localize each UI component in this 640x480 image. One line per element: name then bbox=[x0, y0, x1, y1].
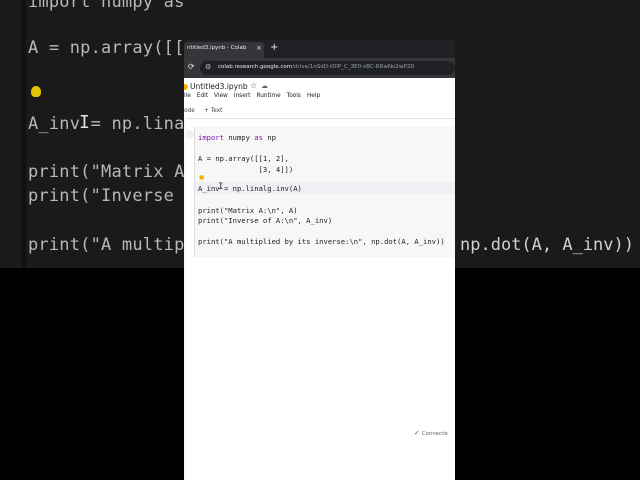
text-cursor-icon: I bbox=[79, 112, 90, 133]
bg-line-array: A = np.array([[ bbox=[28, 38, 185, 58]
code-line-2: A = np.array([[1, 2], bbox=[198, 154, 289, 163]
bg-line-print3: print("A multipl bbox=[28, 235, 195, 255]
colab-logo bbox=[184, 84, 188, 90]
address-bar: ⟳ ⚙ colab.research.google.com/drive/1nSd… bbox=[184, 58, 455, 78]
new-tab-button[interactable]: + bbox=[270, 42, 278, 53]
text-cursor-icon: I bbox=[218, 182, 224, 192]
bg-line-print1: print("Matrix A bbox=[28, 162, 185, 182]
code-cell[interactable]: import numpy as np A = np.array([[1, 2],… bbox=[185, 127, 455, 257]
lightbulb-icon bbox=[31, 86, 41, 97]
bg-line-right: np.dot(A, A_inv)) bbox=[460, 235, 634, 255]
bg-line-import: import numpy as bbox=[28, 0, 185, 12]
editor-gutter bbox=[22, 0, 26, 268]
notebook-toolbar: ode + Text bbox=[184, 106, 455, 119]
menu-view[interactable]: View bbox=[214, 93, 228, 99]
bg-line-print2: print("Inverse bbox=[28, 186, 175, 206]
run-cell-button[interactable] bbox=[185, 130, 194, 139]
menu-tools[interactable]: Tools bbox=[287, 93, 301, 99]
code-line-3: [3, 4]]) bbox=[198, 165, 294, 174]
video-caption: You can just bbox=[275, 424, 365, 442]
browser-window: ntitled3.ipynb - Colab × + ⟳ ⚙ colab.res… bbox=[184, 40, 455, 480]
menu-runtime[interactable]: Runtime bbox=[256, 93, 280, 99]
url-field[interactable]: ⚙ colab.research.google.com/drive/1nSdD-… bbox=[200, 61, 455, 75]
add-code-button[interactable]: ode bbox=[184, 108, 195, 114]
colab-header: Untitled3.ipynb ☆ ☁ ile Edit View Insert Run… bbox=[184, 78, 455, 106]
site-info-icon[interactable]: ⚙ bbox=[205, 63, 211, 71]
close-icon[interactable]: × bbox=[256, 44, 262, 52]
reload-icon[interactable]: ⟳ bbox=[188, 62, 195, 71]
lightbulb-icon[interactable]: ● bbox=[199, 174, 204, 181]
menu-file[interactable]: ile bbox=[184, 93, 191, 99]
code-line-1: import numpy as np bbox=[198, 133, 276, 142]
menu-edit[interactable]: Edit bbox=[197, 93, 208, 99]
code-line-6: print("Inverse of A:\n", A_inv) bbox=[198, 216, 333, 225]
tab-bar: ntitled3.ipynb - Colab × + bbox=[184, 40, 455, 58]
code-line-7: print("A multiplied by its inverse:\n", … bbox=[198, 237, 445, 246]
browser-tab[interactable]: ntitled3.ipynb - Colab × bbox=[184, 42, 264, 58]
code-line-4: A_inv = np.linalg.inv(A) bbox=[198, 184, 302, 193]
menu-help[interactable]: Help bbox=[307, 93, 320, 99]
add-text-button[interactable]: + Text bbox=[204, 108, 222, 114]
notebook-title[interactable]: Untitled3.ipynb bbox=[190, 82, 248, 91]
star-icon[interactable]: ☆ bbox=[250, 81, 257, 90]
bg-line-inv: A_inv = np.lina bbox=[28, 114, 185, 134]
url-text: colab.research.google.com/drive/1nSdD-tD… bbox=[218, 64, 415, 70]
menu-insert[interactable]: Insert bbox=[234, 93, 251, 99]
tab-title: ntitled3.ipynb - Colab bbox=[187, 45, 247, 51]
menu-bar: ile Edit View Insert Runtime Tools Help bbox=[184, 93, 326, 99]
cloud-icon[interactable]: ☁ bbox=[261, 82, 268, 90]
code-line-5: print("Matrix A:\n", A) bbox=[198, 206, 298, 215]
